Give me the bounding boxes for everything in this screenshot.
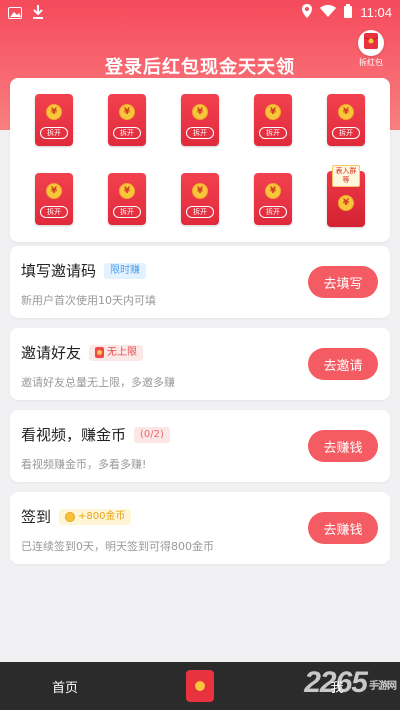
download-icon — [32, 4, 44, 23]
open-envelope-label: 拆开 — [113, 206, 141, 218]
red-packet-icon — [195, 681, 205, 691]
invite-friends-button[interactable]: 去邀请 — [308, 348, 378, 380]
coin-icon: ¥ — [119, 104, 135, 120]
red-envelope[interactable]: ¥ 拆开 — [108, 173, 146, 225]
red-envelope[interactable]: ¥ 拆开 — [254, 173, 292, 225]
open-envelope-label: 拆开 — [113, 127, 141, 139]
task-desc: 已连续签到0天，明天签到可得800金币 — [21, 540, 214, 553]
task-desc: 看视频赚金币，多看多赚! — [21, 458, 147, 471]
coin-icon: ¥ — [265, 104, 281, 120]
coin-icon: ¥ — [265, 183, 281, 199]
task-badge: +800金币 — [59, 508, 132, 525]
red-envelope-grid: ¥ 拆开 ¥ 拆开 ¥ 拆开 ¥ 拆开 ¥ 拆开 ¥ 拆开 ¥ 拆开 ¥ 拆开 ¥ 拆开 表入群等 ¥ — [10, 78, 390, 242]
watermark-logo: 2265 手游网 — [304, 666, 397, 699]
watch-video-button[interactable]: 去赚钱 — [308, 430, 378, 462]
gallery-icon — [8, 4, 22, 23]
open-red-packet-label: 拆红包 — [359, 58, 383, 67]
open-envelope-label: 拆开 — [186, 127, 214, 139]
sign-in-button[interactable]: 去赚钱 — [308, 512, 378, 544]
open-envelope-label: 拆开 — [40, 127, 68, 139]
task-title: 看视频，赚金币 — [21, 426, 127, 444]
red-envelope[interactable]: ¥ 拆开 — [181, 94, 219, 146]
red-packet-icon — [363, 33, 379, 53]
red-envelope[interactable]: ¥ 拆开 — [254, 94, 292, 146]
red-envelope[interactable]: ¥ 拆开 — [108, 94, 146, 146]
task-watch-video: 看视频，赚金币 (0/2) 看视频赚金币，多看多赚! 去赚钱 — [10, 410, 390, 482]
open-envelope-label: 拆开 — [259, 206, 287, 218]
task-desc: 新用户首次使用10天内可填 — [21, 294, 156, 307]
task-title: 签到 — [21, 508, 52, 526]
open-envelope-label: 拆开 — [186, 206, 214, 218]
fill-invite-code-button[interactable]: 去填写 — [308, 266, 378, 298]
task-desc: 邀请好友总量无上限，多邀多赚 — [21, 376, 175, 389]
task-invite-code: 填写邀请码 限时赚 新用户首次使用10天内可填 去填写 — [10, 246, 390, 318]
open-envelope-label: 拆开 — [332, 127, 360, 139]
open-envelope-label: 拆开 — [40, 206, 68, 218]
task-badge: 限时赚 — [104, 262, 147, 279]
task-invite-friends: 邀请好友 无上限 邀请好友总量无上限，多邀多赚 去邀请 — [10, 328, 390, 400]
coin-icon: ¥ — [338, 195, 354, 211]
wifi-icon — [320, 5, 337, 20]
battery-icon — [344, 4, 353, 21]
task-title: 填写邀请码 — [21, 262, 97, 280]
coin-icon: ¥ — [192, 183, 208, 199]
status-bar: 11:04 — [0, 0, 400, 24]
red-packet-icon — [95, 347, 105, 358]
tab-red-packet[interactable] — [186, 670, 214, 702]
red-envelope[interactable]: ¥ 拆开 — [327, 94, 365, 146]
task-title: 邀请好友 — [21, 344, 82, 362]
task-sign-in: 签到 +800金币 已连续签到0天，明天签到可得800金币 去赚钱 — [10, 492, 390, 564]
coin-icon: ¥ — [338, 104, 354, 120]
coin-icon: ¥ — [46, 183, 62, 199]
coin-icon: ¥ — [46, 104, 62, 120]
open-envelope-label: 拆开 — [259, 127, 287, 139]
envelope-tag: 表入群等 — [332, 165, 360, 187]
red-envelope[interactable]: ¥ 拆开 — [35, 94, 73, 146]
page-title: 登录后红包现金天天领 — [105, 57, 295, 78]
tab-home[interactable]: 首页 — [0, 662, 130, 710]
task-badge: 无上限 — [89, 344, 144, 361]
coin-icon: ¥ — [192, 104, 208, 120]
task-badge: (0/2) — [134, 426, 170, 443]
red-envelope[interactable]: ¥ 拆开 — [35, 173, 73, 225]
coin-icon — [65, 511, 76, 522]
red-envelope[interactable]: ¥ 拆开 — [181, 173, 219, 225]
coin-icon: ¥ — [119, 183, 135, 199]
red-envelope-special[interactable]: 表入群等 ¥ — [327, 165, 365, 227]
location-icon — [302, 4, 313, 21]
status-time: 11:04 — [360, 5, 392, 20]
open-red-packet-button[interactable]: 拆红包 — [356, 30, 386, 67]
